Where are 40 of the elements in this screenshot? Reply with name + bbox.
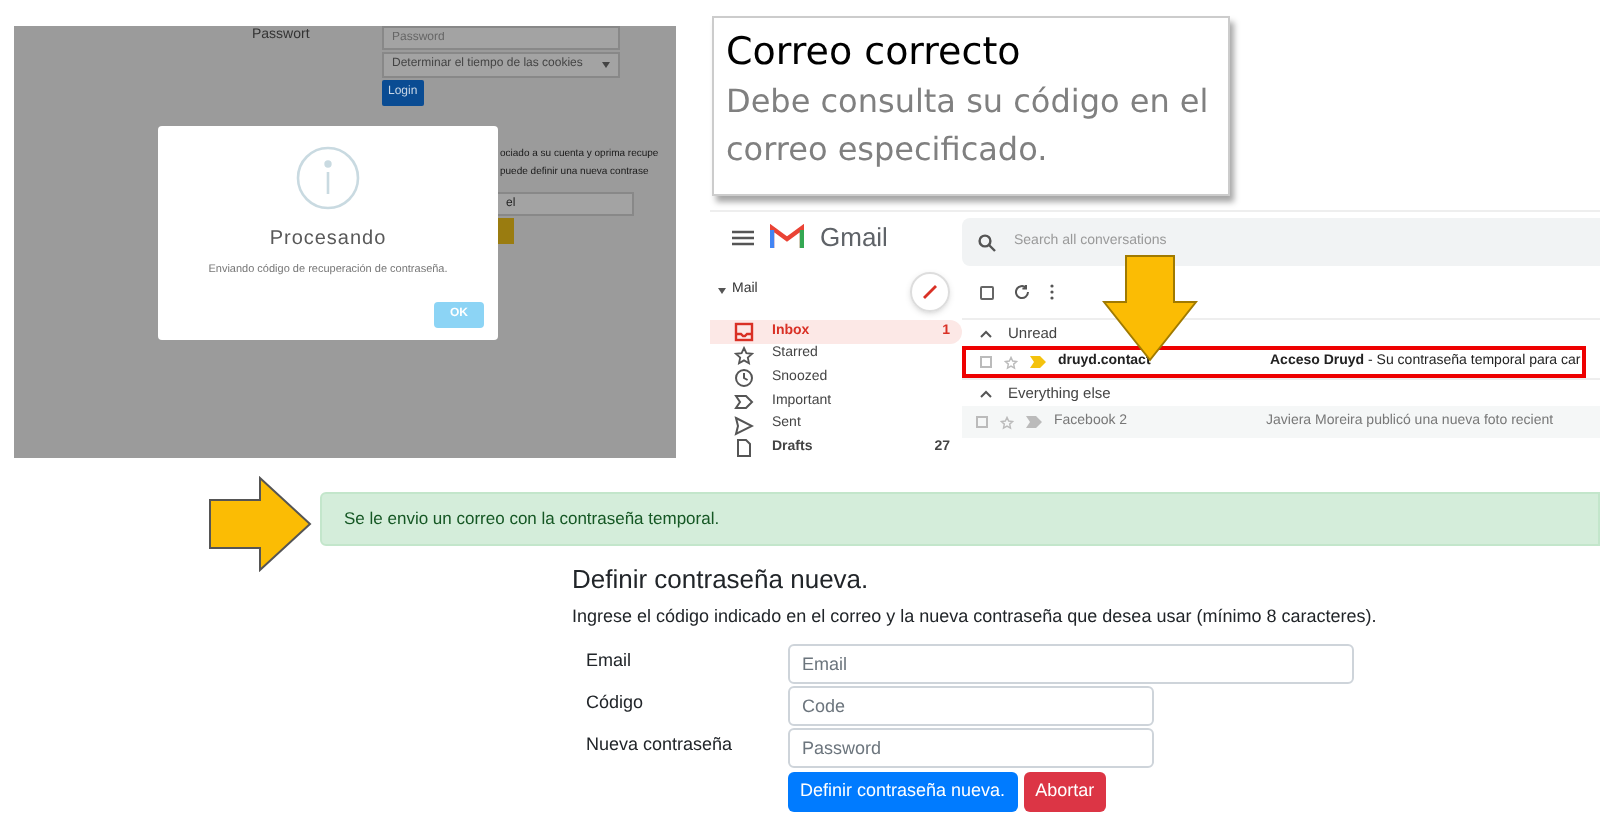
callout-title: Correo correcto: [726, 28, 1023, 78]
text-field[interactable]: Code: [788, 685, 1154, 725]
field-label: Código: [584, 689, 646, 716]
importance-marker-icon[interactable]: [1030, 356, 1046, 368]
info-icon: [296, 146, 360, 210]
field-label: Email: [584, 647, 634, 673]
caret-icon: [718, 288, 726, 295]
form-description: Ingrese el código indicado en el correo y la nueva contraseña que desea usar (mínimo 8 caracteres).: [572, 604, 1377, 630]
success-alert: Se le envio un correo con la contraseña temporal.: [320, 492, 1600, 546]
dialog-title: Procesando: [269, 226, 387, 254]
menu-icon[interactable]: [732, 229, 754, 246]
abort-button[interactable]: Abortar: [1023, 771, 1107, 811]
select-checkbox[interactable]: [980, 285, 994, 299]
callout-text: Debe consulta su código en el correo especificado.: [726, 80, 1211, 172]
form-title: Definir contraseña nueva.: [572, 564, 871, 596]
row-checkbox[interactable]: [976, 416, 988, 428]
file-icon: [734, 438, 754, 459]
submit-button[interactable]: Definir contraseña nueva.: [788, 771, 1018, 811]
send-icon: [734, 415, 754, 436]
caret-icon: [602, 62, 610, 68]
clock-icon: [734, 368, 754, 389]
pencil-icon: [922, 283, 938, 300]
text-field[interactable]: Password: [788, 727, 1154, 767]
collapse-icon[interactable]: [980, 329, 992, 337]
gmail-title: Gmail: [820, 219, 888, 256]
label-icon: [734, 391, 754, 412]
inbox-icon: [734, 322, 754, 343]
right-arrow-icon: [208, 476, 312, 572]
text-field[interactable]: Email: [788, 643, 1354, 683]
envelope-logo-icon: [770, 224, 804, 251]
search-icon: [978, 233, 996, 251]
field-label: Nueva contraseña: [584, 731, 735, 757]
star-icon: [734, 345, 754, 366]
star-icon[interactable]: [1000, 415, 1014, 429]
compose-button[interactable]: [910, 271, 950, 312]
refresh-icon[interactable]: [1014, 284, 1030, 300]
row-checkbox[interactable]: [980, 356, 992, 368]
star-icon[interactable]: [1004, 355, 1018, 369]
collapse-icon[interactable]: [980, 389, 992, 397]
importance-marker-icon[interactable]: [1026, 416, 1042, 428]
